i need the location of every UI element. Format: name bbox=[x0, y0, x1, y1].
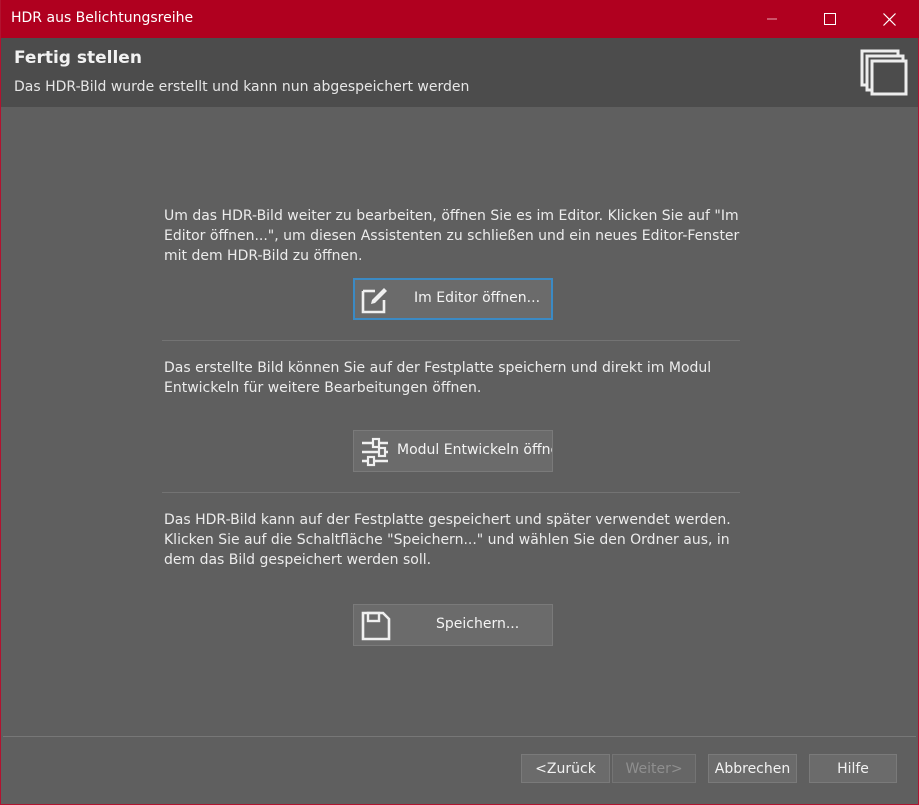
editor-description: Um das HDR-Bild weiter zu bearbeiten, öf… bbox=[164, 208, 740, 264]
wizard-content: Um das HDR-Bild weiter zu bearbeiten, öf… bbox=[1, 107, 918, 737]
develop-description: Das erstellte Bild können Sie auf der Fe… bbox=[164, 360, 712, 396]
save-description: Das HDR-Bild kann auf der Festplatte ges… bbox=[164, 512, 731, 568]
open-develop-module-label: Modul Entwickeln öffnen bbox=[397, 442, 553, 458]
dialog-window: HDR aus Belichtungsreihe Fertig stellen … bbox=[0, 0, 919, 805]
page-subtitle: Das HDR-Bild wurde erstellt und kann nun… bbox=[14, 79, 470, 95]
page-title: Fertig stellen bbox=[14, 48, 142, 68]
open-in-editor-button[interactable]: Im Editor öffnen... bbox=[353, 278, 553, 320]
title-bar[interactable]: HDR aus Belichtungsreihe bbox=[1, 0, 919, 38]
open-develop-module-button[interactable]: Modul Entwickeln öffnen bbox=[353, 430, 553, 472]
sliders-icon bbox=[362, 437, 388, 467]
open-in-editor-label: Im Editor öffnen... bbox=[414, 290, 541, 306]
close-icon bbox=[882, 12, 896, 26]
back-button[interactable]: <Zurück bbox=[521, 754, 610, 783]
save-button[interactable]: Speichern... bbox=[353, 604, 553, 646]
floppy-disk-icon bbox=[361, 611, 391, 641]
maximize-icon bbox=[824, 13, 836, 25]
minimize-icon bbox=[767, 18, 777, 20]
wizard-header: Fertig stellen Das HDR-Bild wurde erstel… bbox=[1, 38, 918, 107]
save-label: Speichern... bbox=[436, 616, 520, 632]
stacked-pages-icon bbox=[860, 49, 908, 96]
edit-icon bbox=[361, 288, 387, 314]
next-button[interactable]: Weiter> bbox=[612, 754, 696, 783]
window-title: HDR aus Belichtungsreihe bbox=[11, 10, 194, 26]
cancel-button[interactable]: Abbrechen bbox=[708, 754, 797, 783]
close-button[interactable] bbox=[860, 0, 918, 38]
help-button[interactable]: Hilfe bbox=[809, 754, 897, 783]
section-divider bbox=[162, 340, 740, 341]
footer-divider bbox=[3, 736, 916, 737]
minimize-button[interactable] bbox=[743, 0, 801, 38]
section-divider bbox=[162, 492, 740, 493]
maximize-button[interactable] bbox=[801, 0, 859, 38]
